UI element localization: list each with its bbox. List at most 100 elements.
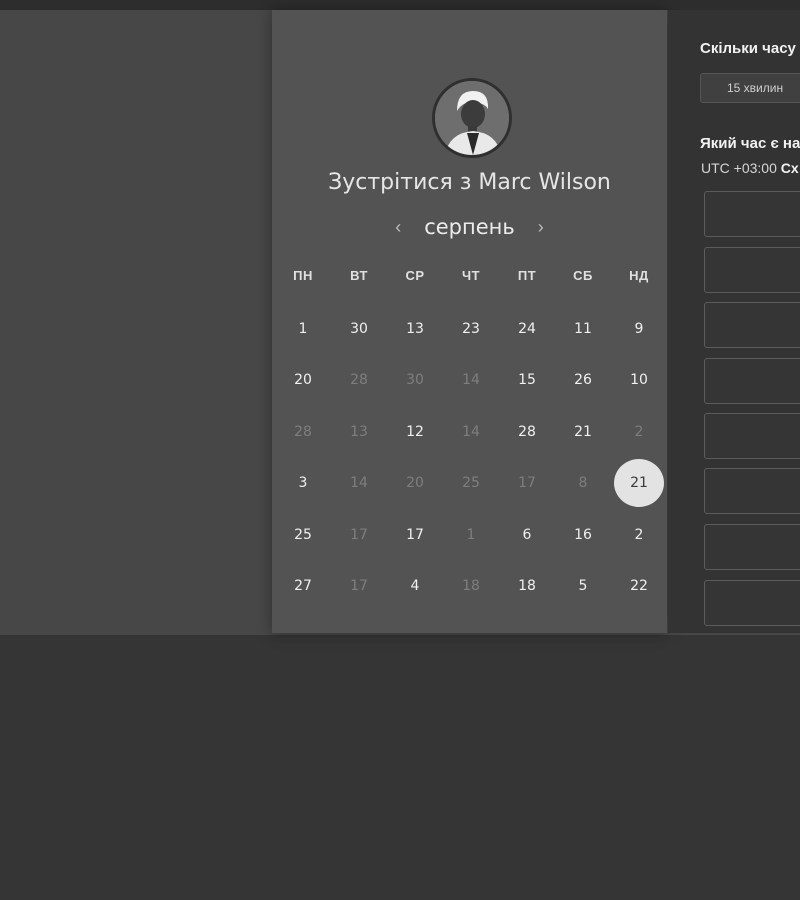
time-slot-button[interactable] [704,468,800,514]
calendar-day[interactable]: 28 [331,355,387,407]
calendar-day[interactable]: 8 [555,458,611,510]
calendar-day-label: 17 [350,578,368,595]
calendar-day-label: 28 [294,423,312,440]
weekday-label: ЧТ [461,268,481,283]
calendar-day-label: 10 [630,372,648,389]
time-slot-button[interactable] [704,524,800,570]
duration-heading: Скільки часу [700,40,796,57]
calendar-day-selected[interactable]: 21 [611,458,667,510]
time-slot-button[interactable] [704,358,800,404]
calendar-day[interactable]: 18 [499,561,555,613]
calendar-day[interactable]: 16 [555,509,611,561]
calendar-day[interactable]: 22 [611,561,667,613]
calendar-day[interactable]: 17 [331,509,387,561]
calendar-day-label: 30 [406,372,424,389]
time-slot-button[interactable] [704,191,800,237]
calendar-day-label: 24 [518,320,536,337]
calendar-day-label: 23 [462,320,480,337]
calendar-day[interactable]: 28 [275,406,331,458]
calendar-day-label: 25 [294,526,312,543]
calendar-day[interactable]: 17 [331,561,387,613]
calendar-day-label: 21 [574,423,592,440]
calendar-card: Зустрітися з Marc Wilson ‹ серпень › ПН … [272,10,667,633]
weekday-label: СБ [573,268,593,283]
calendar-day-label: 28 [518,423,536,440]
calendar-day-label: 26 [574,372,592,389]
calendar-day-label: 4 [410,578,420,595]
calendar-day-label: 30 [350,320,368,337]
calendar-week-row: 28 13 12 14 28 21 2 [275,406,667,458]
calendar-day-label: 13 [350,423,368,440]
timezone-name: Сх [780,160,799,176]
calendar-day-label: 17 [518,475,536,492]
calendar-day[interactable]: 4 [387,561,443,613]
calendar-day[interactable]: 13 [387,303,443,355]
weekday-label: СР [405,268,425,283]
calendar-day[interactable]: 15 [499,355,555,407]
calendar-day[interactable]: 2 [611,509,667,561]
calendar-day[interactable]: 11 [555,303,611,355]
calendar-day-label: 14 [350,475,368,492]
calendar-day[interactable]: 14 [331,458,387,510]
calendar-day[interactable]: 5 [555,561,611,613]
calendar-day[interactable]: 13 [331,406,387,458]
calendar-day[interactable]: 17 [387,509,443,561]
calendar-week-row: 25 17 17 1 6 16 2 [275,509,667,561]
calendar-day[interactable]: 20 [387,458,443,510]
weekday-header: ПН ВТ СР ЧТ ПТ СБ НД [275,268,667,283]
calendar-day[interactable]: 28 [499,406,555,458]
calendar-day-label: 27 [294,578,312,595]
calendar-day[interactable]: 18 [443,561,499,613]
month-label: серпень [424,215,515,239]
calendar-day[interactable]: 17 [499,458,555,510]
time-slot-button[interactable] [704,247,800,293]
calendar-day[interactable]: 14 [443,355,499,407]
calendar-day-label: 14 [462,372,480,389]
calendar-day[interactable]: 23 [443,303,499,355]
chevron-right-icon[interactable]: › [523,217,559,238]
calendar-day[interactable]: 3 [275,458,331,510]
weekday-label: ПТ [517,268,537,283]
calendar-day[interactable]: 9 [611,303,667,355]
calendar-day[interactable]: 1 [275,303,331,355]
calendar-week-row: 3 14 20 25 17 8 21 [275,458,667,510]
duration-option-button[interactable]: 15 хвилин [700,73,800,103]
calendar-day[interactable]: 12 [387,406,443,458]
calendar-day-label: 20 [294,372,312,389]
avatar [432,78,512,158]
calendar-day[interactable]: 21 [555,406,611,458]
top-bar [0,0,800,10]
calendar-day[interactable]: 26 [555,355,611,407]
calendar-day-label: 11 [574,320,592,337]
time-slot-button[interactable] [704,302,800,348]
calendar-day-label: 5 [578,578,588,595]
calendar-day[interactable]: 27 [275,561,331,613]
calendar-day[interactable]: 25 [443,458,499,510]
calendar-day-label: 12 [406,423,424,440]
calendar-week-row: 20 28 30 14 15 26 10 [275,355,667,407]
calendar-day[interactable]: 2 [611,406,667,458]
calendar-grid: 1 30 13 23 24 11 9 20 28 30 14 15 26 10 28 13 12 14 28 21 2 3… [275,303,667,612]
calendar-day[interactable]: 10 [611,355,667,407]
chevron-left-icon[interactable]: ‹ [380,217,416,238]
person-icon [435,81,509,155]
calendar-day-label: 22 [630,578,648,595]
calendar-day[interactable]: 30 [387,355,443,407]
weekday-label: ПН [293,268,313,283]
calendar-day[interactable]: 1 [443,509,499,561]
weekday-label: ВТ [350,268,368,283]
calendar-day[interactable]: 20 [275,355,331,407]
time-slot-button[interactable] [704,413,800,459]
time-slot-button[interactable] [704,580,800,626]
calendar-day[interactable]: 6 [499,509,555,561]
time-heading: Який час є на [700,135,800,152]
calendar-day-label: 17 [406,526,424,543]
calendar-day[interactable]: 30 [331,303,387,355]
calendar-day-label: 25 [462,475,480,492]
calendar-day[interactable]: 14 [443,406,499,458]
calendar-day[interactable]: 24 [499,303,555,355]
month-navigation: ‹ серпень › [272,212,667,242]
calendar-day-label: 18 [518,578,536,595]
calendar-day-label: 1 [466,526,476,543]
calendar-day[interactable]: 25 [275,509,331,561]
